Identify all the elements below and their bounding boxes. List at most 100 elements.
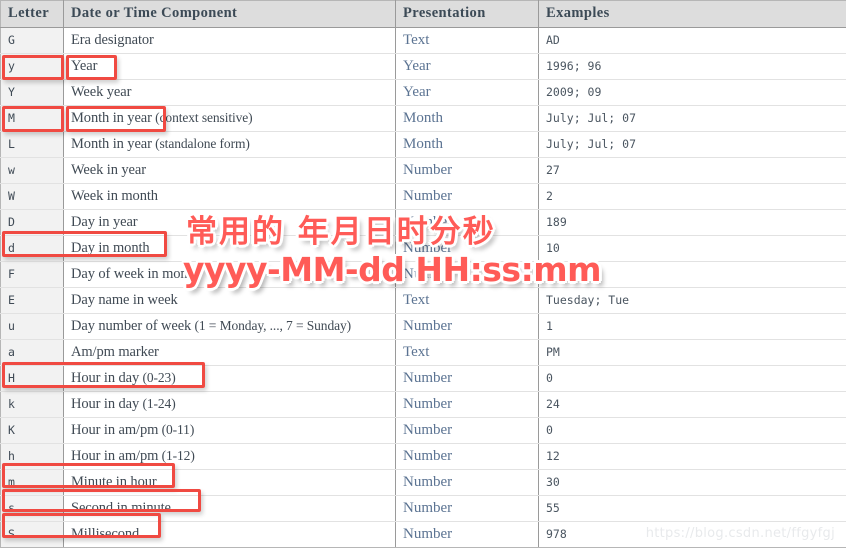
cell-example: AD: [538, 27, 846, 54]
cell-presentation: Number: [395, 391, 539, 418]
cell-example: 1996; 96: [538, 53, 846, 80]
cell-example: 12: [538, 443, 846, 470]
description-main: Month in year: [71, 109, 152, 126]
description-main: Era designator: [71, 31, 154, 48]
cell-description: Week year: [63, 79, 396, 106]
cell-letter: s: [0, 495, 64, 522]
table-row: H Hour in day (0-23) Number 0: [0, 365, 846, 392]
cell-letter: K: [0, 417, 64, 444]
cell-description: Hour in am/pm (1-12): [63, 443, 396, 470]
description-qualifier: (1-24): [139, 395, 176, 411]
column-header-date-or-time-component: Date or Time Component: [63, 0, 396, 28]
cell-letter: h: [0, 443, 64, 470]
table-row: D Day in year Number 189: [0, 209, 846, 236]
cell-description: Day number of week (1 = Monday, ..., 7 =…: [63, 313, 396, 340]
description-main: Year: [71, 57, 98, 74]
cell-letter: G: [0, 27, 64, 54]
column-header-letter: Letter: [0, 0, 64, 28]
table-row: Y Week year Year 2009; 09: [0, 79, 846, 106]
format-table-container: Letter Date or Time Component Presentati…: [0, 0, 846, 549]
column-header-presentation: Presentation: [395, 0, 539, 28]
table-body: G Era designator Text AD y Year Year 1996; 96 Y W…: [0, 27, 846, 548]
description-main: Hour in day: [71, 369, 140, 386]
cell-letter: D: [0, 209, 64, 236]
cell-example: 0: [538, 365, 846, 392]
cell-example: 2: [538, 183, 846, 210]
cell-description: Second in minute: [63, 495, 396, 522]
table-row: k Hour in day (1-24) Number 24: [0, 391, 846, 418]
table-row: E Day name in week Text Tuesday; Tue: [0, 287, 846, 314]
cell-letter: F: [0, 261, 64, 288]
cell-letter: m: [0, 469, 64, 496]
cell-example: PM: [538, 339, 846, 366]
cell-letter: k: [0, 391, 64, 418]
cell-description: Week in month: [63, 183, 396, 210]
cell-example: 30: [538, 469, 846, 496]
cell-letter: H: [0, 365, 64, 392]
table-row: s Second in minute Number 55: [0, 495, 846, 522]
description-main: Month in year: [71, 135, 152, 152]
cell-presentation: Text: [395, 27, 539, 54]
cell-letter: d: [0, 235, 64, 262]
cell-description: Day in month: [63, 235, 396, 262]
cell-presentation: Number: [395, 313, 539, 340]
table-row: W Week in month Number 2: [0, 183, 846, 210]
cell-presentation: Text: [395, 339, 539, 366]
description-main: Hour in day: [71, 395, 140, 412]
table-row: y Year Year 1996; 96: [0, 53, 846, 80]
cell-letter: E: [0, 287, 64, 314]
cell-presentation: Month: [395, 131, 539, 158]
table-row: K Hour in am/pm (0-11) Number 0: [0, 417, 846, 444]
table-row: h Hour in am/pm (1-12) Number 12: [0, 443, 846, 470]
description-main: Week in month: [71, 187, 158, 204]
description-qualifier: (1 = Monday, ..., 7 = Sunday): [191, 317, 352, 333]
cell-presentation: Number: [395, 209, 539, 236]
cell-description: Minute in hour: [63, 469, 396, 496]
cell-letter: a: [0, 339, 64, 366]
cell-presentation: Number: [395, 365, 539, 392]
cell-example: 978: [538, 521, 846, 548]
cell-description: Month in year (context sensitive): [63, 105, 396, 132]
cell-presentation: Month: [395, 105, 539, 132]
cell-description: Hour in day (1-24): [63, 391, 396, 418]
date-format-pattern-table: Letter Date or Time Component Presentati…: [0, 0, 846, 548]
cell-example: 27: [538, 157, 846, 184]
description-main: Hour in am/pm: [71, 447, 159, 464]
cell-presentation: Year: [395, 79, 539, 106]
column-header-examples: Examples: [538, 0, 846, 28]
cell-description: Week in year: [63, 157, 396, 184]
cell-example: 10: [538, 235, 846, 262]
cell-example: Tuesday; Tue: [538, 287, 846, 314]
cell-presentation: Number: [395, 157, 539, 184]
cell-letter: W: [0, 183, 64, 210]
cell-presentation: Year: [395, 53, 539, 80]
cell-example: 0: [538, 417, 846, 444]
description-main: Week in year: [71, 161, 146, 178]
cell-description: Day in year: [63, 209, 396, 236]
cell-presentation: Number: [395, 417, 539, 444]
cell-example: 2: [538, 261, 846, 288]
table-row: G Era designator Text AD: [0, 27, 846, 54]
cell-description: Year: [63, 53, 396, 80]
table-row: F Day of week in month Number 2: [0, 261, 846, 288]
description-main: Day in month: [71, 239, 150, 256]
table-row: M Month in year (context sensitive) Month J…: [0, 105, 846, 132]
table-row: u Day number of week (1 = Monday, ..., 7 …: [0, 313, 846, 340]
cell-description: Day of week in month: [63, 261, 396, 288]
table-row: S Millisecond Number 978: [0, 521, 846, 548]
cell-letter: Y: [0, 79, 64, 106]
cell-description: Hour in day (0-23): [63, 365, 396, 392]
cell-presentation: Text: [395, 287, 539, 314]
cell-example: 1: [538, 313, 846, 340]
cell-presentation: Number: [395, 183, 539, 210]
cell-presentation: Number: [395, 521, 539, 548]
cell-description: Day name in week: [63, 287, 396, 314]
description-main: Day name in week: [71, 291, 178, 308]
table-row: w Week in year Number 27: [0, 157, 846, 184]
cell-description: Am/pm marker: [63, 339, 396, 366]
cell-example: 189: [538, 209, 846, 236]
table-row: m Minute in hour Number 30: [0, 469, 846, 496]
cell-letter: u: [0, 313, 64, 340]
description-main: Day in year: [71, 213, 138, 230]
description-qualifier: (0-23): [139, 369, 176, 385]
